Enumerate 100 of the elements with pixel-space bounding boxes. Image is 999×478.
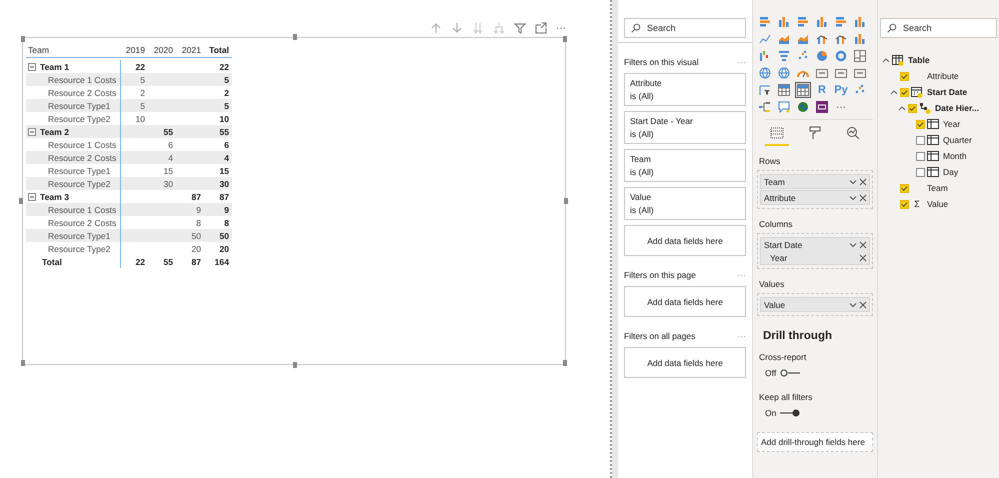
drop-zone[interactable]: Add drill-through fields here xyxy=(757,432,873,452)
collapse-icon[interactable] xyxy=(28,128,36,136)
field-label: Month xyxy=(943,151,967,161)
checkbox[interactable] xyxy=(900,200,909,208)
checkbox[interactable] xyxy=(916,120,925,128)
tree-item[interactable]: Σ Value xyxy=(880,196,997,212)
fields-tab[interactable] xyxy=(765,126,789,146)
resize-handle[interactable] xyxy=(19,198,23,204)
resize-handle[interactable] xyxy=(21,36,25,42)
chevron-up-icon[interactable] xyxy=(890,88,898,96)
close-icon[interactable] xyxy=(859,194,867,202)
down-arrow-icon[interactable] xyxy=(451,22,463,34)
visual-type-button[interactable] xyxy=(776,82,792,98)
slicer-chart-icon xyxy=(759,84,771,96)
filter-icon[interactable] xyxy=(514,22,526,34)
filter-card[interactable]: Team is (All) xyxy=(624,149,746,182)
row-label: Resource 1 Costs xyxy=(48,140,116,150)
drop-zone[interactable]: Add data fields here xyxy=(624,286,746,317)
table-cell-text: 5 xyxy=(223,74,230,84)
field-pill[interactable]: Value xyxy=(760,297,870,312)
chevron-down-icon[interactable] xyxy=(849,240,857,248)
map-chart-icon xyxy=(759,67,771,79)
filter-state: is (All) xyxy=(630,205,655,215)
table-cell-text: 87 xyxy=(190,192,202,202)
checkbox[interactable] xyxy=(916,136,925,144)
card-chart-icon xyxy=(854,67,866,79)
visual-type-button[interactable] xyxy=(814,99,830,115)
drop-zone[interactable]: Add data fields here xyxy=(624,225,746,256)
field-label: Team xyxy=(927,183,948,193)
chevron-up-icon[interactable] xyxy=(882,56,890,64)
checkbox[interactable] xyxy=(900,72,909,80)
field-label: Quarter xyxy=(943,135,972,145)
close-icon[interactable] xyxy=(859,300,867,308)
hbar-chart-icon xyxy=(835,16,847,28)
tree-item[interactable]: Month xyxy=(880,148,997,164)
checkbox[interactable] xyxy=(916,152,925,160)
collapse-icon[interactable] xyxy=(28,62,36,70)
search-field[interactable]: Search xyxy=(880,18,997,38)
resize-handle[interactable] xyxy=(564,198,568,204)
row-label: Resource Type2 xyxy=(48,114,110,124)
visual-type-button[interactable] xyxy=(795,82,811,98)
table-cell-text: 4 xyxy=(223,152,230,162)
close-icon[interactable] xyxy=(859,240,867,248)
table-cell-text: 10 xyxy=(134,114,146,124)
resize-handle[interactable] xyxy=(21,360,25,366)
column-chart-icon xyxy=(854,16,866,28)
chevron-up-icon[interactable] xyxy=(898,104,906,112)
area-chart-icon xyxy=(778,33,790,45)
tree-item[interactable]: Team xyxy=(880,180,997,196)
filter-card[interactable]: Value is (All) xyxy=(624,187,746,220)
resize-handle[interactable] xyxy=(563,360,567,366)
checkbox[interactable] xyxy=(908,104,917,112)
checkbox[interactable] xyxy=(900,88,909,96)
visual-type-button[interactable] xyxy=(795,99,811,115)
more-options-button[interactable]: ··· xyxy=(556,22,566,34)
area-chart-icon xyxy=(797,33,809,45)
close-icon[interactable] xyxy=(859,178,867,186)
visual-type-button[interactable] xyxy=(757,99,773,115)
field-pill[interactable]: Start Date Year xyxy=(760,237,870,265)
check-icon xyxy=(909,104,916,112)
chevron-down-icon[interactable] xyxy=(849,300,857,308)
calendar-table-icon xyxy=(927,150,939,162)
well-title: Rows xyxy=(759,156,782,166)
up-arrow-icon[interactable] xyxy=(430,22,442,34)
checkbox[interactable] xyxy=(916,168,925,176)
resize-handle[interactable] xyxy=(563,36,567,42)
table-cell-text: 55 xyxy=(162,256,174,266)
section-title: Drill through xyxy=(763,330,833,342)
drop-zone[interactable]: Add data fields here xyxy=(624,347,746,378)
tree-item[interactable]: Table xyxy=(880,52,997,68)
tree-item[interactable]: Quarter xyxy=(880,132,997,148)
field-pill[interactable]: Team xyxy=(760,174,870,189)
toggle-switch[interactable] xyxy=(780,369,800,377)
tree-item[interactable]: Day xyxy=(880,164,997,180)
filter-card[interactable]: Start Date - Year is (All) xyxy=(624,111,746,144)
table-cell-text: 8 xyxy=(223,218,230,228)
search-field[interactable]: Search xyxy=(624,18,746,38)
combo-chart-icon xyxy=(835,33,847,45)
row-label: Resource Type2 xyxy=(48,178,110,188)
close-icon[interactable] xyxy=(859,254,867,262)
table-cell-text: 5 xyxy=(223,100,230,110)
more-visuals-button[interactable]: ··· xyxy=(833,99,849,115)
filter-card[interactable]: Attribute is (All) xyxy=(624,73,746,106)
resize-handle[interactable] xyxy=(293,362,297,368)
tree-item[interactable]: Attribute xyxy=(880,68,997,84)
tree-item[interactable]: Start Date xyxy=(880,84,997,100)
tree-item[interactable]: Date Hier... xyxy=(880,100,997,116)
focus-mode-icon[interactable] xyxy=(535,22,547,34)
checkbox[interactable] xyxy=(900,184,909,192)
toggle-switch[interactable] xyxy=(780,409,800,417)
hbar-chart-icon xyxy=(759,16,771,28)
toggle-state: Off xyxy=(765,368,776,378)
resize-handle[interactable] xyxy=(293,34,297,40)
field-name: Value xyxy=(764,300,786,310)
table-cell-text: 5 xyxy=(139,100,146,110)
row-label: Resource 1 Costs xyxy=(48,204,116,214)
field-pill[interactable]: Attribute xyxy=(760,190,870,205)
collapse-icon[interactable] xyxy=(28,192,36,200)
tree-item[interactable]: Year xyxy=(880,116,997,132)
visual-type-button[interactable] xyxy=(852,48,868,64)
